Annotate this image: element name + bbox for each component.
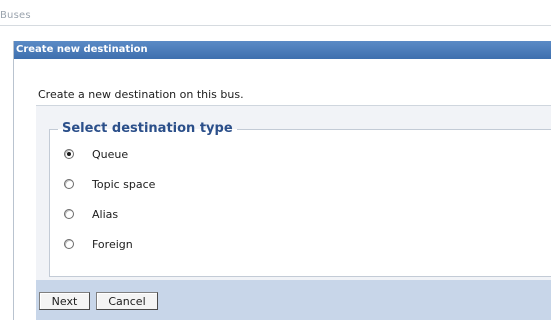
panel-title: Create new destination [14, 41, 551, 59]
foreign-radio[interactable] [64, 239, 74, 249]
breadcrumb[interactable]: Buses [0, 10, 31, 21]
option-label: Topic space [92, 177, 156, 191]
intro-text: Create a new destination on this bus. [38, 88, 244, 101]
option-label: Alias [92, 207, 119, 221]
destination-type-area: Select destination type Queue Topic spac… [36, 106, 551, 280]
breadcrumb-divider [0, 25, 551, 26]
button-bar: Next Cancel [36, 280, 551, 320]
option-label: Foreign [92, 237, 133, 251]
create-destination-panel: Create new destination Create a new dest… [13, 41, 551, 320]
destination-type-legend: Select destination type [62, 121, 233, 136]
next-button[interactable]: Next [39, 292, 90, 310]
destination-type-group: Select destination type Queue Topic spac… [49, 122, 551, 277]
option-queue[interactable]: Queue [64, 146, 128, 162]
topic-space-radio[interactable] [64, 179, 74, 189]
option-label: Queue [92, 147, 129, 161]
option-topic-space[interactable]: Topic space [64, 176, 155, 192]
alias-radio[interactable] [64, 209, 74, 219]
option-foreign[interactable]: Foreign [64, 236, 133, 252]
option-alias[interactable]: Alias [64, 206, 118, 222]
queue-radio[interactable] [64, 149, 74, 159]
cancel-button[interactable]: Cancel [96, 292, 158, 310]
